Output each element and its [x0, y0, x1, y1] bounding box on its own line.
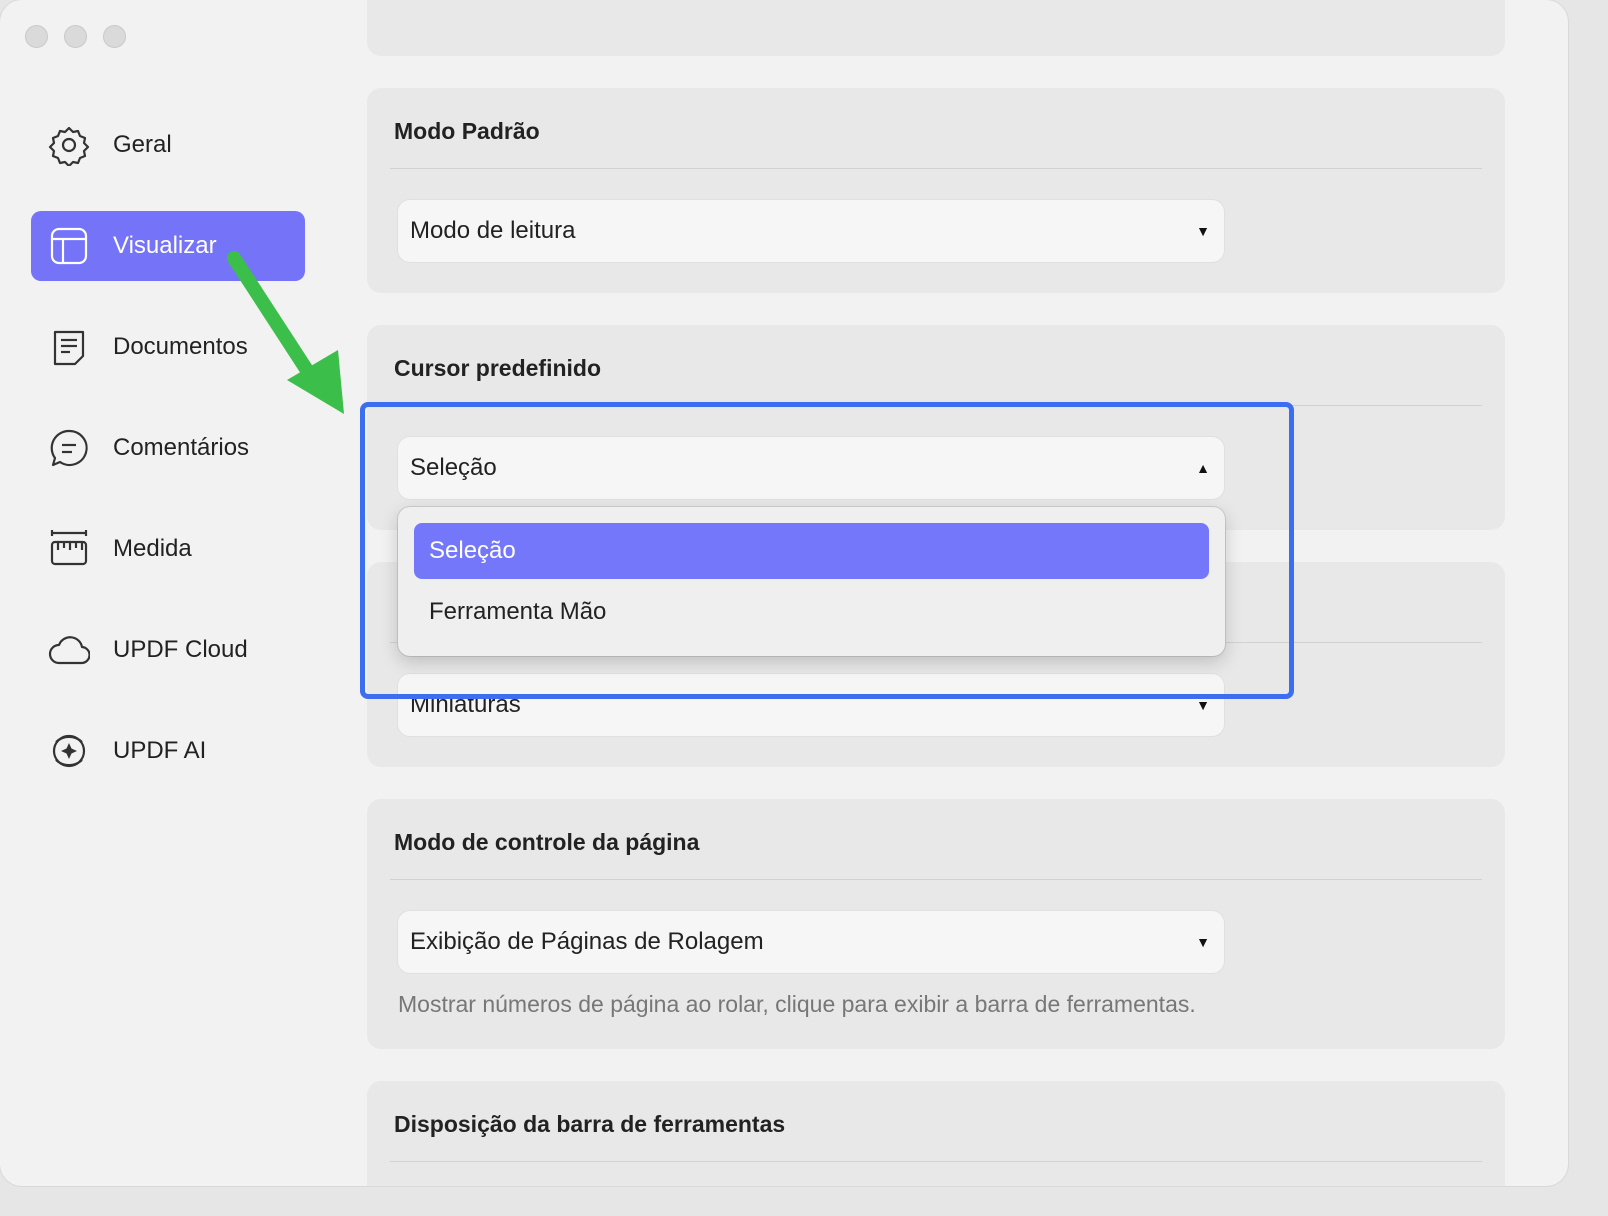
sidebar-item-label: Documentos [113, 333, 248, 360]
close-button[interactable] [25, 25, 48, 48]
comment-icon [48, 427, 90, 469]
chevron-down-icon: ▼ [1196, 934, 1210, 950]
sidebar-item-geral[interactable]: Geral [31, 110, 305, 180]
select-value: Exibição de Páginas de Rolagem [410, 928, 764, 955]
sidebar-item-label: Comentários [113, 434, 250, 461]
sidebar-item-comentarios[interactable]: Comentários [31, 413, 305, 483]
select-value: Modo de leitura [410, 217, 576, 244]
sidebar: Geral Visualizar Documentos Comentários … [31, 110, 305, 817]
default-mode-section: Modo Padrão Modo de leitura ▼ [367, 88, 1505, 293]
page-control-section: Modo de controle da página Exibição de P… [367, 799, 1505, 1049]
document-icon [48, 326, 90, 368]
cloud-icon [48, 629, 90, 671]
sidebar-item-label: Geral [113, 131, 172, 158]
sidebar-item-label: Visualizar [113, 232, 217, 259]
gear-icon [48, 124, 90, 166]
section-title: Modo de controle da página [394, 829, 700, 855]
divider [390, 1161, 1482, 1162]
ruler-icon [48, 528, 90, 570]
sidebar-item-updf-cloud[interactable]: UPDF Cloud [31, 615, 305, 685]
preferences-window: Geral Visualizar Documentos Comentários … [0, 0, 1568, 1186]
section-title: Disposição da barra de ferramentas [394, 1111, 786, 1137]
chevron-down-icon: ▼ [1196, 223, 1210, 239]
ai-icon [48, 730, 90, 772]
zoom-button[interactable] [103, 25, 126, 48]
sidebar-item-label: UPDF Cloud [113, 636, 248, 663]
page-control-select[interactable]: Exibição de Páginas de Rolagem ▼ [398, 911, 1224, 973]
page-control-hint: Mostrar números de página ao rolar, cliq… [398, 991, 1196, 1017]
sidebar-item-documentos[interactable]: Documentos [31, 312, 305, 382]
highlight-annotation-box [360, 402, 1294, 699]
section-title: Modo Padrão [394, 118, 540, 144]
divider [390, 879, 1482, 880]
sidebar-item-visualizar[interactable]: Visualizar [31, 211, 305, 281]
sidebar-item-label: UPDF AI [113, 737, 207, 764]
sidebar-item-updf-ai[interactable]: UPDF AI [31, 716, 305, 786]
sidebar-item-label: Medida [113, 535, 192, 562]
minimize-button[interactable] [64, 25, 87, 48]
previous-section-card [367, 0, 1505, 56]
divider [390, 168, 1482, 169]
sidebar-item-medida[interactable]: Medida [31, 514, 305, 584]
section-title: Cursor predefinido [394, 355, 602, 381]
layout-icon [48, 225, 90, 267]
window-controls [25, 25, 126, 48]
toolbar-layout-section: Disposição da barra de ferramentas [367, 1081, 1505, 1186]
default-mode-select[interactable]: Modo de leitura ▼ [398, 200, 1224, 262]
chevron-down-icon: ▼ [1196, 697, 1210, 713]
